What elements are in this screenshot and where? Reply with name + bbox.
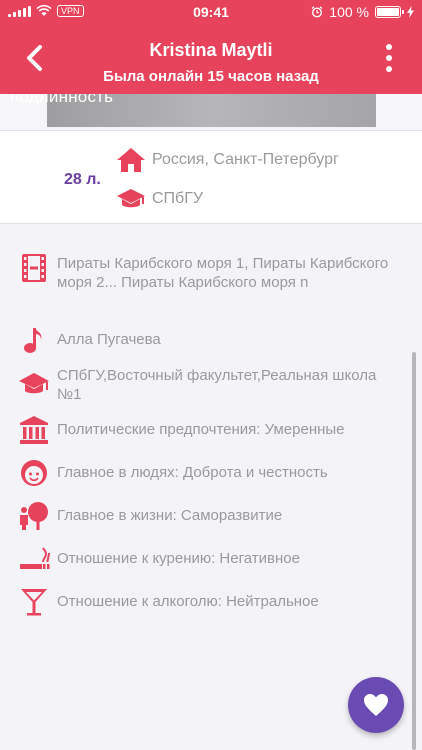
music-note-icon bbox=[18, 324, 50, 356]
status-right: 100 % bbox=[311, 4, 414, 20]
face-icon bbox=[18, 457, 50, 489]
list-item-text: Алла Пугачева bbox=[57, 331, 161, 348]
profile-info-card: 28 л. Россия, Санкт-Петербург СПбГУ bbox=[0, 130, 422, 224]
list-item-text: Пираты Карибского моря 1, Пираты Карибск… bbox=[57, 255, 389, 291]
heart-icon bbox=[364, 694, 388, 716]
profile-name: Kristina Maytli bbox=[149, 40, 273, 60]
charging-bolt-icon bbox=[407, 6, 414, 18]
battery-icon bbox=[375, 6, 404, 18]
list-item-text: Отношение к курению: Негативное bbox=[57, 550, 300, 567]
header-title-block: Kristina Maytli Была онлайн 15 часов наз… bbox=[60, 38, 362, 88]
university-text: СПбГУ bbox=[152, 190, 204, 207]
graduation-cap-icon bbox=[18, 368, 50, 400]
back-button[interactable] bbox=[22, 44, 48, 72]
list-item-text: Главное в жизни: Саморазвитие bbox=[57, 507, 283, 524]
age-label: 28 л. bbox=[64, 171, 101, 188]
status-bar: VPN 09:41 100 % bbox=[0, 0, 422, 24]
dot-icon bbox=[386, 44, 392, 50]
list-item-text: Главное в людях: Доброта и честность bbox=[57, 464, 328, 481]
list-item-text: Политические предпочтения: Умеренные bbox=[57, 421, 345, 438]
smoking-icon bbox=[18, 543, 50, 575]
photo-caption: подлинность bbox=[10, 94, 114, 106]
scrollbar[interactable] bbox=[412, 352, 416, 750]
like-button[interactable] bbox=[348, 677, 404, 733]
profile-photo-strip: подлинность bbox=[0, 94, 422, 127]
home-icon bbox=[117, 148, 145, 172]
cocktail-glass-icon bbox=[18, 586, 50, 618]
battery-percentage: 100 % bbox=[329, 4, 369, 20]
graduation-cap-icon bbox=[117, 189, 145, 208]
more-options-button[interactable] bbox=[386, 44, 392, 72]
dot-icon bbox=[386, 66, 392, 72]
tree-person-icon bbox=[18, 500, 50, 532]
list-item-text: Отношение к алкоголю: Нейтральное bbox=[57, 593, 319, 610]
alarm-icon bbox=[311, 6, 323, 18]
location-text: Россия, Санкт-Петербург bbox=[152, 151, 339, 168]
government-building-icon bbox=[18, 414, 50, 446]
film-icon bbox=[18, 252, 50, 284]
last-seen-status: Была онлайн 15 часов назад bbox=[103, 68, 319, 85]
app-header: VPN 09:41 100 % Kristina Maytli Была онл… bbox=[0, 0, 422, 94]
location-row: Россия, Санкт-Петербург bbox=[116, 147, 339, 173]
university-row: СПбГУ bbox=[116, 187, 203, 211]
list-item-text: СПбГУ,Восточный факультет,Реальная школа… bbox=[57, 367, 377, 403]
dot-icon bbox=[386, 55, 392, 61]
